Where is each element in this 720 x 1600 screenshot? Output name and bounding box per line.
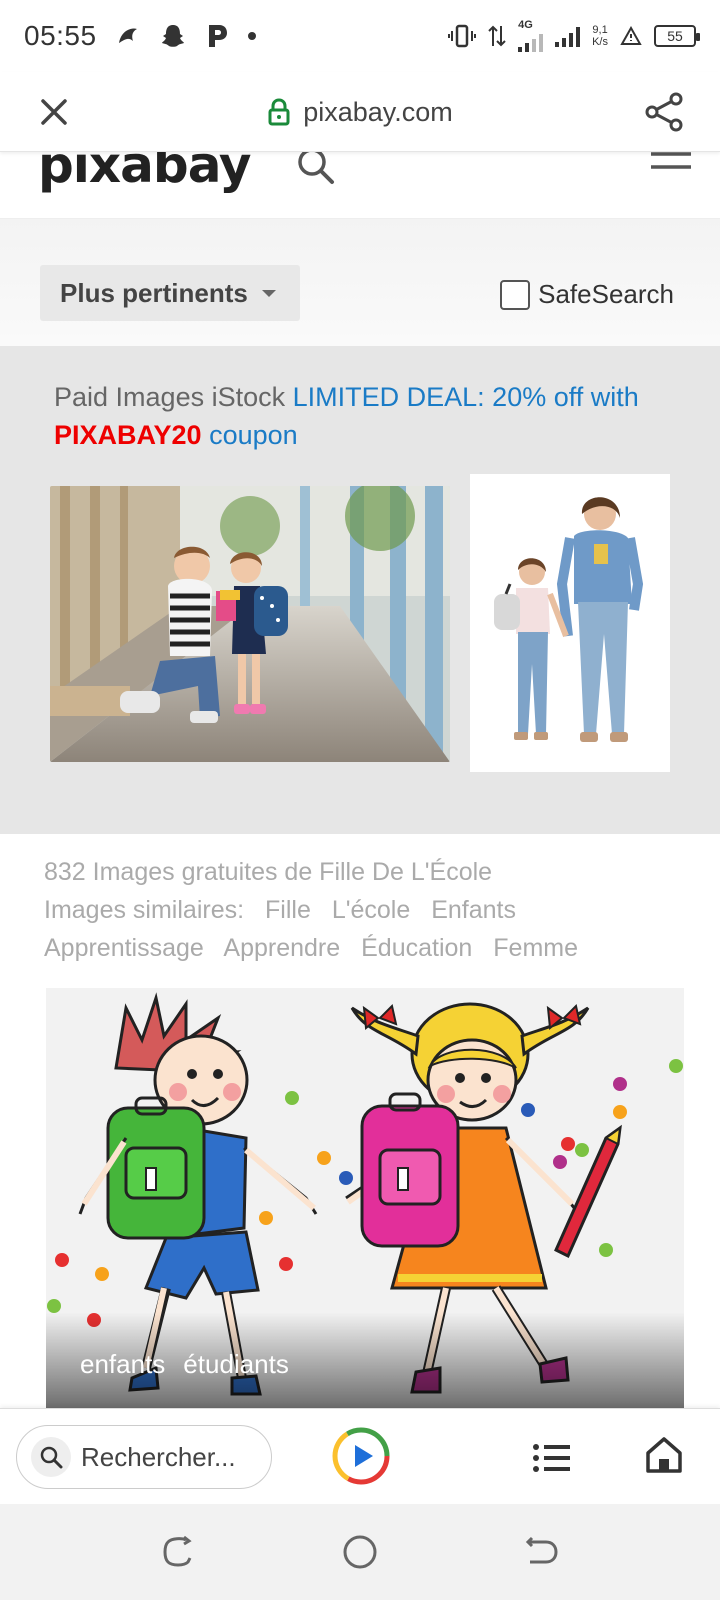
promo-deal: LIMITED DEAL: 20% off with: [292, 382, 639, 412]
sponsored-image-1[interactable]: [50, 486, 450, 762]
search-placeholder: Rechercher...: [81, 1441, 236, 1472]
sponsored-image-2[interactable]: [470, 474, 670, 772]
more-notifications-dot-icon: [247, 32, 256, 40]
related-link[interactable]: Apprendre: [223, 934, 340, 962]
promo-suffix: coupon: [209, 420, 298, 450]
pixabay-logo[interactable]: pixabay: [38, 152, 252, 194]
similar-label: Images similaires:: [44, 896, 245, 924]
sort-dropdown[interactable]: Plus pertinents: [40, 265, 300, 321]
signal-1-icon: [518, 30, 544, 52]
lock-icon: [268, 98, 290, 126]
menu-icon[interactable]: [650, 152, 692, 182]
speed-value: 9,1: [592, 24, 608, 36]
related-link[interactable]: Apprentissage: [44, 934, 204, 962]
browser-toolbar: pixabay.com: [0, 72, 720, 152]
search-icon: [40, 1446, 63, 1469]
bottom-toolbar: Rechercher...: [0, 1408, 720, 1504]
play-icon[interactable]: [330, 1425, 392, 1487]
safesearch-checkbox[interactable]: [500, 279, 531, 310]
result-image-card[interactable]: enfants étudiants: [46, 988, 684, 1408]
promo-code: PIXABAY20: [54, 420, 202, 450]
search-bar[interactable]: Rechercher...: [16, 1425, 272, 1489]
search-icon-wrap: [31, 1437, 71, 1477]
related-link[interactable]: Enfants: [431, 896, 516, 924]
related-link[interactable]: Femme: [493, 934, 578, 962]
image-tag[interactable]: étudiants: [183, 1349, 289, 1380]
sort-label: Plus pertinents: [60, 277, 248, 308]
alert-triangle-icon: [620, 26, 642, 45]
related-link[interactable]: Fille: [265, 896, 311, 924]
signal-2-icon: [555, 25, 581, 47]
similar-images-row-2: Apprentissage Apprendre Éducation Femme: [44, 934, 592, 963]
data-transfer-icon: [488, 25, 506, 47]
safesearch-toggle[interactable]: SafeSearch: [500, 279, 674, 310]
status-time: 05:55: [24, 20, 97, 51]
system-nav-bar: [0, 1504, 720, 1600]
results-info: 832 Images gratuites de Fille De L'École…: [0, 834, 720, 990]
image-tag[interactable]: enfants: [80, 1349, 165, 1380]
similar-images-row: Images similaires: Fille L'école Enfants: [44, 896, 530, 925]
url-text: pixabay.com: [303, 96, 453, 127]
home-icon[interactable]: [644, 1435, 684, 1475]
vibrate-icon: [448, 24, 477, 48]
related-link[interactable]: Éducation: [361, 934, 472, 962]
network-speed: 9,1 K/s: [592, 24, 608, 48]
back-icon[interactable]: [524, 1534, 560, 1570]
mother-daughter-walking-photo: [470, 474, 670, 772]
battery-icon: 55: [654, 25, 700, 47]
recent-apps-icon[interactable]: [160, 1534, 196, 1570]
notification-icons: [115, 22, 257, 50]
promo-text[interactable]: Paid Images iStock LIMITED DEAL: 20% off…: [54, 378, 684, 454]
sponsored-section: Paid Images iStock LIMITED DEAL: 20% off…: [0, 346, 720, 834]
safesearch-label: SafeSearch: [538, 279, 674, 309]
results-summary: 832 Images gratuites de Fille De L'École: [44, 858, 493, 886]
mother-daughter-corridor-photo: [50, 486, 450, 762]
search-icon[interactable]: [296, 152, 336, 186]
battery-level: 55: [667, 28, 683, 44]
status-bar: 05:55 4G 9,1 K/s 55: [0, 0, 720, 72]
snapchat-icon: [161, 25, 184, 47]
site-header: pixabay: [0, 152, 720, 218]
speed-unit: K/s: [592, 36, 608, 48]
p-app-icon: [208, 25, 227, 47]
list-icon[interactable]: [532, 1443, 572, 1473]
promo-prefix: Paid Images iStock: [54, 382, 286, 412]
filter-bar: Plus pertinents SafeSearch: [0, 218, 720, 346]
home-nav-icon[interactable]: [342, 1534, 378, 1570]
network-type: 4G: [518, 19, 533, 31]
share-icon[interactable]: [642, 90, 686, 134]
image-tags: enfants étudiants: [80, 1349, 289, 1380]
related-link[interactable]: L'école: [332, 896, 410, 924]
app-notification-icon: [118, 28, 137, 43]
system-status-icons: 4G 9,1 K/s 55: [448, 19, 700, 52]
caret-down-icon: [261, 289, 276, 297]
url-display[interactable]: pixabay.com: [0, 72, 720, 152]
